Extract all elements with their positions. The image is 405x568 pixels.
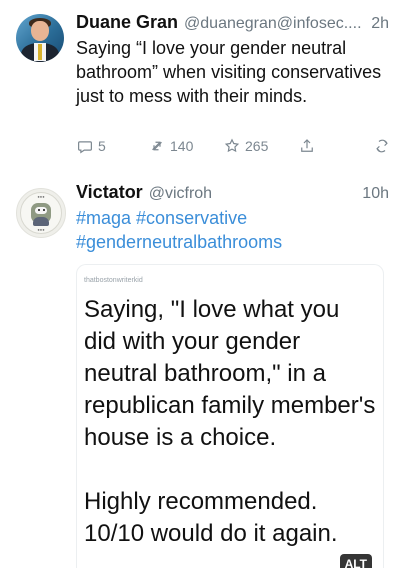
badge-avatar[interactable]: ●●● ●●● <box>16 188 66 238</box>
author-name[interactable]: Duane Gran <box>76 10 178 34</box>
avatar-mask <box>35 207 47 214</box>
post-time[interactable]: 10h <box>362 182 389 206</box>
post-text: Saying “I love your gender neutral bathr… <box>76 38 382 106</box>
post-body: Victator @vicfroh 10h #maga #conservativ… <box>76 180 389 254</box>
boost-icon <box>152 141 162 151</box>
post-duane-gran[interactable]: Duane Gran @duanegran@infosec.... 2h Say… <box>0 0 405 170</box>
image-quote: Saying, "I love what you did with your g… <box>84 294 376 550</box>
like-button[interactable]: 265 <box>223 137 298 155</box>
author-name[interactable]: Victator <box>76 180 143 204</box>
more-icon <box>376 139 388 153</box>
quote-paragraph: Saying, "I love what you did with your g… <box>84 296 376 451</box>
post-body: Duane Gran @duanegran@infosec.... 2h Say… <box>76 10 389 108</box>
star-icon <box>224 138 240 153</box>
media-image-card[interactable]: thatbostonwriterkid Saying, "I love what… <box>76 264 384 568</box>
post-victator[interactable]: ●●● ●●● Victator @vicfroh 10h #maga #con… <box>0 170 405 568</box>
avatar-seal-top-text: ●●● <box>37 194 45 199</box>
reply-button[interactable]: 5 <box>76 137 148 155</box>
author-handle[interactable]: @vicfroh <box>149 182 355 206</box>
post-header: Victator @vicfroh 10h <box>76 180 389 204</box>
avatar-tie <box>38 44 42 60</box>
social-feed: Duane Gran @duanegran@infosec.... 2h Say… <box>0 0 405 568</box>
boost-count: 140 <box>170 138 194 154</box>
avatar-face <box>31 21 49 41</box>
author-handle[interactable]: @duanegran@infosec.... <box>184 12 363 36</box>
post-time[interactable]: 2h <box>371 12 389 36</box>
more-button[interactable] <box>373 137 391 155</box>
quote-paragraph: Highly recommended. 10/10 would do it ag… <box>84 488 338 547</box>
avatar-eye-left <box>38 209 40 211</box>
boost-button[interactable]: 140 <box>148 137 223 155</box>
post-header: Duane Gran @duanegran@infosec.... 2h <box>76 10 389 34</box>
avatar-body <box>33 217 49 226</box>
like-count: 265 <box>245 138 269 154</box>
reply-count: 5 <box>98 138 106 154</box>
reply-icon <box>78 141 92 154</box>
avatar-seal-bottom-text: ●●● <box>37 227 45 232</box>
share-button[interactable] <box>298 137 368 155</box>
avatar-eye-right <box>43 209 45 211</box>
user-photo-avatar[interactable] <box>16 14 64 62</box>
share-icon <box>301 139 313 152</box>
post-actions: 5 140 265 <box>76 134 391 158</box>
alt-text-button[interactable]: ALT <box>339 554 372 568</box>
image-credit: thatbostonwriterkid <box>84 277 143 284</box>
hashtag-list[interactable]: #maga #conservative #genderneutralbathro… <box>76 206 388 254</box>
